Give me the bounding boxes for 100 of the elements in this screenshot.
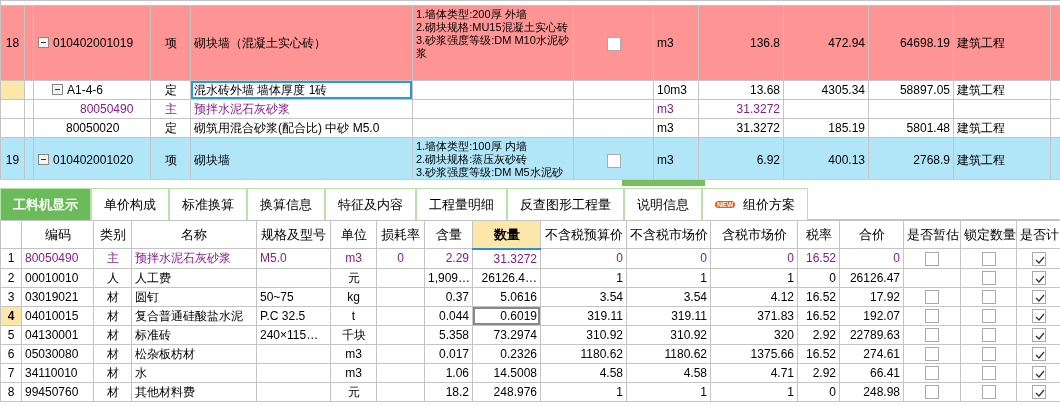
column-header[interactable]: 含量: [424, 220, 473, 249]
table-cell: 1: [0, 248, 22, 268]
column-header[interactable]: 名称: [131, 220, 257, 249]
table-cell: 1: [540, 382, 627, 401]
tab[interactable]: 标准换算: [169, 188, 247, 220]
table-cell: 248.976: [472, 382, 541, 401]
table-cell: 3.54: [540, 287, 627, 306]
column-header[interactable]: 单位: [330, 220, 377, 249]
table-cell: 50~75: [256, 287, 331, 306]
collapse-icon[interactable]: [38, 154, 49, 165]
column-header[interactable]: 损耗率: [376, 220, 425, 249]
table-cell: 14.5008: [472, 363, 541, 382]
checkbox[interactable]: [981, 252, 996, 267]
checkbox[interactable]: [1031, 309, 1046, 324]
table-cell: 定: [150, 80, 191, 100]
tab[interactable]: 说明信息: [624, 188, 702, 220]
splitter-handle[interactable]: [622, 180, 705, 186]
table-cell: m3: [330, 344, 377, 363]
table-cell: 05030080: [21, 344, 94, 363]
tab[interactable]: 工程量明细: [416, 188, 507, 220]
table-cell: 材: [93, 325, 132, 344]
checkbox[interactable]: [981, 385, 996, 400]
column-header[interactable]: 是否暂估: [903, 220, 961, 249]
table-cell: 0.044: [424, 306, 473, 325]
table-cell: 元: [330, 382, 377, 401]
table-cell: 建筑工程: [953, 5, 1051, 81]
table-cell: 04130001: [21, 325, 94, 344]
checkbox[interactable]: [606, 36, 621, 51]
table-cell: 1.墙体类型:200厚 外墙 2.砌块规格:MU15混凝土实心砖 3.砂浆强度等级:DM M10水泥砂浆: [412, 5, 574, 81]
checkbox[interactable]: [981, 328, 996, 343]
collapse-icon[interactable]: [38, 37, 49, 48]
table-cell: 材: [93, 344, 132, 363]
table-cell: 31.3272: [698, 118, 784, 138]
checkbox[interactable]: [981, 271, 996, 286]
table-cell: 16.52: [797, 344, 840, 363]
column-header[interactable]: 不含税预算价: [540, 220, 627, 249]
table-cell: 2: [0, 268, 22, 287]
table-cell: 010402001019: [53, 36, 134, 50]
column-header[interactable]: 含税市场价: [710, 220, 798, 249]
checkbox[interactable]: [925, 385, 939, 400]
column-header[interactable]: 是否计: [1016, 220, 1060, 249]
tab[interactable]: 特征及内容: [325, 188, 416, 220]
table-cell: 58897.05: [868, 80, 954, 100]
tab[interactable]: 反查图形工程量: [507, 188, 624, 220]
column-header[interactable]: 类别: [93, 220, 132, 249]
table-cell: 16.52: [797, 248, 840, 268]
checkbox[interactable]: [1031, 347, 1046, 362]
tab[interactable]: 换算信息: [247, 188, 325, 220]
checkbox[interactable]: [981, 309, 996, 324]
table-cell: 0.6019: [472, 306, 541, 325]
table-cell: 0: [797, 268, 840, 287]
column-header[interactable]: 锁定数量: [960, 220, 1017, 249]
table-cell: 5.0616: [472, 287, 541, 306]
checkbox[interactable]: [981, 290, 996, 305]
checkbox[interactable]: [925, 290, 939, 305]
table-cell: 31.3272: [698, 99, 784, 119]
table-cell: 472.94: [783, 5, 869, 81]
table-cell: 1.06: [424, 363, 473, 382]
table-cell: 0: [626, 248, 711, 268]
checkbox[interactable]: [1031, 366, 1046, 381]
column-header[interactable]: 税率: [797, 220, 840, 249]
column-header[interactable]: 不含税市场价: [626, 220, 711, 249]
checkbox[interactable]: [925, 366, 939, 381]
table-cell: 1,909…: [424, 268, 473, 287]
column-header[interactable]: 规格及型号: [256, 220, 331, 249]
collapse-icon[interactable]: [52, 84, 63, 95]
checkbox[interactable]: [1031, 271, 1046, 286]
table-cell: 2.92: [797, 325, 840, 344]
checkbox[interactable]: [606, 153, 621, 168]
table-cell: m3: [653, 99, 699, 119]
checkbox[interactable]: [925, 328, 939, 343]
table-cell: 4.12: [710, 287, 798, 306]
checkbox[interactable]: [1031, 252, 1046, 267]
tab[interactable]: $^{NEW}$ 组价方案: [702, 188, 809, 220]
checkbox[interactable]: [1031, 385, 1046, 400]
table-cell: 7: [0, 363, 22, 382]
column-header[interactable]: 合价: [839, 220, 904, 249]
checkbox[interactable]: [981, 347, 996, 362]
checkbox[interactable]: [925, 347, 939, 362]
table-cell: 5801.48: [868, 118, 954, 138]
table-cell: 0: [797, 382, 840, 401]
checkbox[interactable]: [981, 366, 996, 381]
table-cell: 预拌水泥石灰砂浆: [131, 248, 257, 268]
table-cell: 31.3272: [472, 248, 541, 268]
tab[interactable]: 单价构成: [91, 188, 169, 220]
table-cell: 1: [626, 382, 711, 401]
table-cell: 66.41: [839, 363, 904, 382]
table-cell: 010402001020: [53, 153, 134, 167]
checkbox[interactable]: [1031, 290, 1046, 305]
checkbox[interactable]: [1031, 328, 1046, 343]
checkbox[interactable]: [925, 309, 939, 324]
table-cell: 材: [93, 306, 132, 325]
table-cell: m3: [330, 363, 377, 382]
table-cell: 1: [710, 382, 798, 401]
table-cell: 4.71: [710, 363, 798, 382]
table-cell: 18.2: [424, 382, 473, 401]
column-header[interactable]: 编码: [21, 220, 94, 249]
table-cell: 1: [710, 268, 798, 287]
checkbox[interactable]: [925, 252, 939, 267]
column-header[interactable]: 数量: [472, 220, 541, 249]
